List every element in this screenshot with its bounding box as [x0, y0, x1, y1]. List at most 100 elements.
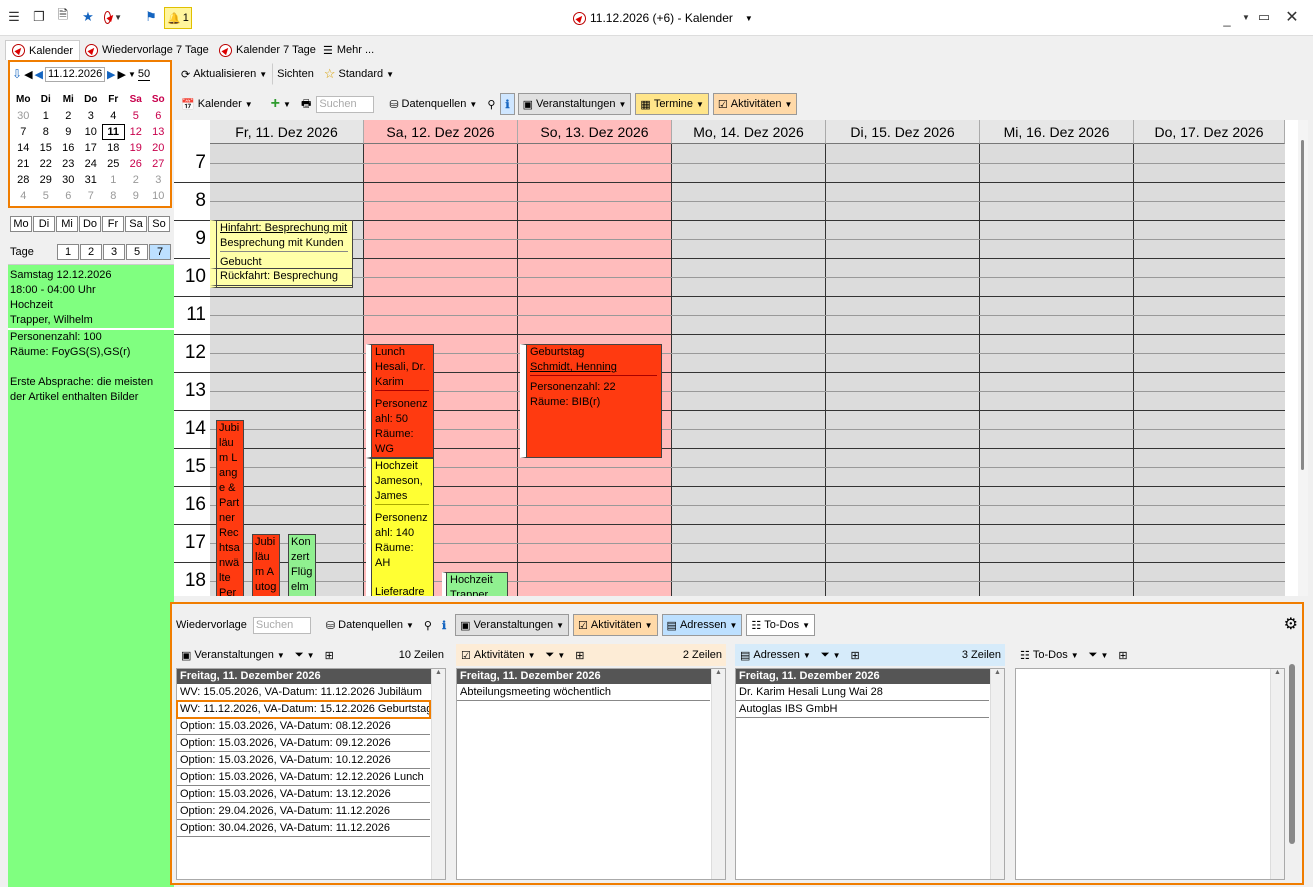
notification-bell-button[interactable]: 🔔 1 [164, 7, 192, 29]
day-header[interactable]: Mi, 16. Dez 2026 [980, 120, 1134, 144]
info-button[interactable]: ℹ [500, 93, 515, 115]
day-column[interactable] [980, 144, 1134, 596]
standard-view-button[interactable]: ☆ Standard ▼ [319, 63, 399, 85]
tage-option[interactable]: 2 [80, 244, 102, 260]
weekday-button[interactable]: Mi [56, 216, 78, 232]
mini-calendar-day[interactable]: 1 [35, 108, 58, 124]
mini-calendar-day[interactable]: 8 [35, 124, 58, 140]
weekday-button[interactable]: Fr [102, 216, 124, 232]
list-item[interactable]: Option: 15.03.2026, VA-Datum: 10.12.2026 [177, 752, 430, 769]
mini-calendar-date-input[interactable]: 11.12.2026 [45, 66, 105, 82]
tab-kalender[interactable]: Kalender [5, 40, 81, 60]
mini-calendar-day[interactable]: 2 [125, 172, 148, 188]
document-clock-icon[interactable]: 🗎 [54, 7, 72, 26]
mini-calendar-day[interactable]: 22 [35, 156, 58, 172]
refresh-button[interactable]: ⟳ Aktualisieren ▼ [176, 63, 272, 85]
day-header[interactable]: Sa, 12. Dez 2026 [364, 120, 518, 144]
close-icon[interactable]: ✕ [1283, 8, 1301, 26]
tab-kalender-7[interactable]: Kalender 7 Tage [212, 40, 323, 60]
mini-calendar-day[interactable]: 17 [80, 140, 103, 156]
user-filter-button[interactable]: ⚲ [482, 93, 500, 115]
activities-toggle[interactable]: ☑ Aktivitäten ▼ [573, 614, 658, 636]
prev-month-icon[interactable]: ◀ [24, 68, 32, 81]
todos-panel-dropdown[interactable]: ☷ To-Dos ▼ [1015, 644, 1084, 666]
filter-button[interactable]: ⏷ ▼ [1084, 644, 1114, 666]
scroll-up-icon[interactable]: ▲ [991, 669, 1004, 676]
restore-icon[interactable]: ▭ [1255, 8, 1273, 26]
print-button[interactable]: 🖶 [296, 93, 316, 115]
mini-calendar-day[interactable]: 7 [80, 188, 103, 204]
mini-calendar-day[interactable]: 18 [102, 140, 125, 156]
filter-button[interactable]: ⏷ ▼ [290, 644, 320, 666]
calendar-button[interactable]: 📅 Kalender ▼ [176, 93, 258, 115]
activities-filter-button[interactable]: ☑ Aktivitäten ▼ [712, 93, 798, 115]
day-header[interactable]: Do, 17. Dez 2026 [1134, 120, 1285, 144]
list-item[interactable]: Option: 15.03.2026, VA-Datum: 08.12.2026 [177, 718, 430, 735]
tage-option-selected[interactable]: 7 [149, 244, 171, 260]
filter-button[interactable]: ⏷ ▼ [541, 644, 571, 666]
mini-calendar-count[interactable]: 50 [137, 68, 151, 81]
weekday-button[interactable]: Do [79, 216, 101, 232]
dropdown-icon[interactable]: ▼ [1237, 8, 1255, 26]
mini-calendar-day[interactable]: 9 [57, 124, 80, 140]
mini-calendar-day[interactable]: 4 [102, 108, 125, 124]
weekday-button[interactable]: Mo [10, 216, 32, 232]
favorites-star-icon[interactable]: ★ [79, 8, 97, 26]
prev-day-icon[interactable]: ◀ [35, 68, 43, 81]
mini-calendar-day[interactable]: 12 [125, 124, 148, 140]
mini-calendar-day[interactable]: 30 [12, 108, 35, 124]
mini-calendar-day[interactable]: 31 [80, 172, 103, 188]
list-item[interactable]: Autoglas IBS GmbH [736, 701, 989, 718]
weekday-button[interactable]: So [148, 216, 170, 232]
list-item[interactable]: Option: 15.03.2026, VA-Datum: 09.12.2026 [177, 735, 430, 752]
window-icon[interactable]: ❐ [30, 8, 48, 26]
events-filter-button[interactable]: ▣ Veranstaltungen ▼ [517, 93, 632, 115]
day-column[interactable] [1134, 144, 1285, 596]
mini-calendar-day[interactable]: 10 [80, 124, 103, 140]
next-month-icon[interactable]: ▶ [117, 68, 125, 81]
event-hochzeit-jameson[interactable]: Hochzeit Jameson, James Personenzahl: 14… [366, 458, 434, 596]
tage-option[interactable]: 3 [103, 244, 125, 260]
calendar-scrollbar[interactable] [1298, 120, 1308, 596]
flag-icon[interactable]: ⚑ [142, 8, 160, 26]
mini-calendar-day[interactable]: 23 [57, 156, 80, 172]
list-scrollbar[interactable]: ▲ [990, 669, 1004, 879]
mini-calendar-day[interactable]: 30 [57, 172, 80, 188]
mini-calendar-day[interactable]: 6 [147, 108, 170, 124]
mini-calendar-day[interactable]: 28 [12, 172, 35, 188]
grid-options-icon[interactable]: ⊞ [1113, 644, 1132, 666]
day-header[interactable]: Mo, 14. Dez 2026 [672, 120, 826, 144]
scroll-up-icon[interactable]: ▲ [712, 669, 725, 676]
mini-calendar-day[interactable]: 8 [102, 188, 125, 204]
calendar-jump-icon[interactable]: ⇩ [12, 67, 22, 81]
add-button[interactable]: + ▼ [266, 93, 296, 115]
mini-calendar-day[interactable]: 3 [80, 108, 103, 124]
day-header[interactable]: Di, 15. Dez 2026 [826, 120, 980, 144]
tage-option[interactable]: 5 [126, 244, 148, 260]
events-panel-dropdown[interactable]: ▣ Veranstaltungen ▼ [176, 644, 290, 666]
datasources-button[interactable]: ⛁ Datenquellen ▼ [384, 93, 482, 115]
day-column[interactable] [826, 144, 980, 596]
wiedervorlage-search-input[interactable]: Suchen [252, 616, 311, 634]
mini-calendar-day[interactable]: 5 [35, 188, 58, 204]
pane-scrollbar-thumb[interactable] [1289, 664, 1295, 844]
event-lunch[interactable]: Lunch Hesali, Dr. Karim Personenzahl: 50… [366, 344, 434, 458]
chevron-down-icon[interactable]: ▼ [128, 70, 136, 79]
list-item[interactable]: Option: 29.04.2026, VA-Datum: 11.12.2026 [177, 803, 430, 820]
list-scrollbar[interactable]: ▲ [711, 669, 725, 879]
event-konzert[interactable]: Konzert Flügelm [288, 534, 316, 596]
mini-calendar-day[interactable]: 13 [147, 124, 170, 140]
event-jubilaeum-lange[interactable]: Jubiläum Lange & Partner Rechtsanwälte P… [216, 420, 244, 596]
list-item[interactable]: Dr. Karim Hesali Lung Wai 28 [736, 684, 989, 701]
grid-options-icon[interactable]: ⊞ [570, 644, 589, 666]
hamburger-menu-icon[interactable]: ☰ [5, 8, 23, 26]
activities-panel-dropdown[interactable]: ☑ Aktivitäten ▼ [456, 644, 541, 666]
mini-calendar-day[interactable]: 14 [12, 140, 35, 156]
list-scrollbar[interactable]: ▲ [431, 669, 445, 879]
mini-calendar-day[interactable]: 26 [125, 156, 148, 172]
settings-gear-icon[interactable]: ⚙ [1284, 614, 1298, 634]
weekday-button[interactable]: Sa [125, 216, 147, 232]
tage-option[interactable]: 1 [57, 244, 79, 260]
day-header[interactable]: Fr, 11. Dez 2026 [210, 120, 364, 144]
user-filter-button[interactable]: ⚲ [419, 614, 437, 636]
